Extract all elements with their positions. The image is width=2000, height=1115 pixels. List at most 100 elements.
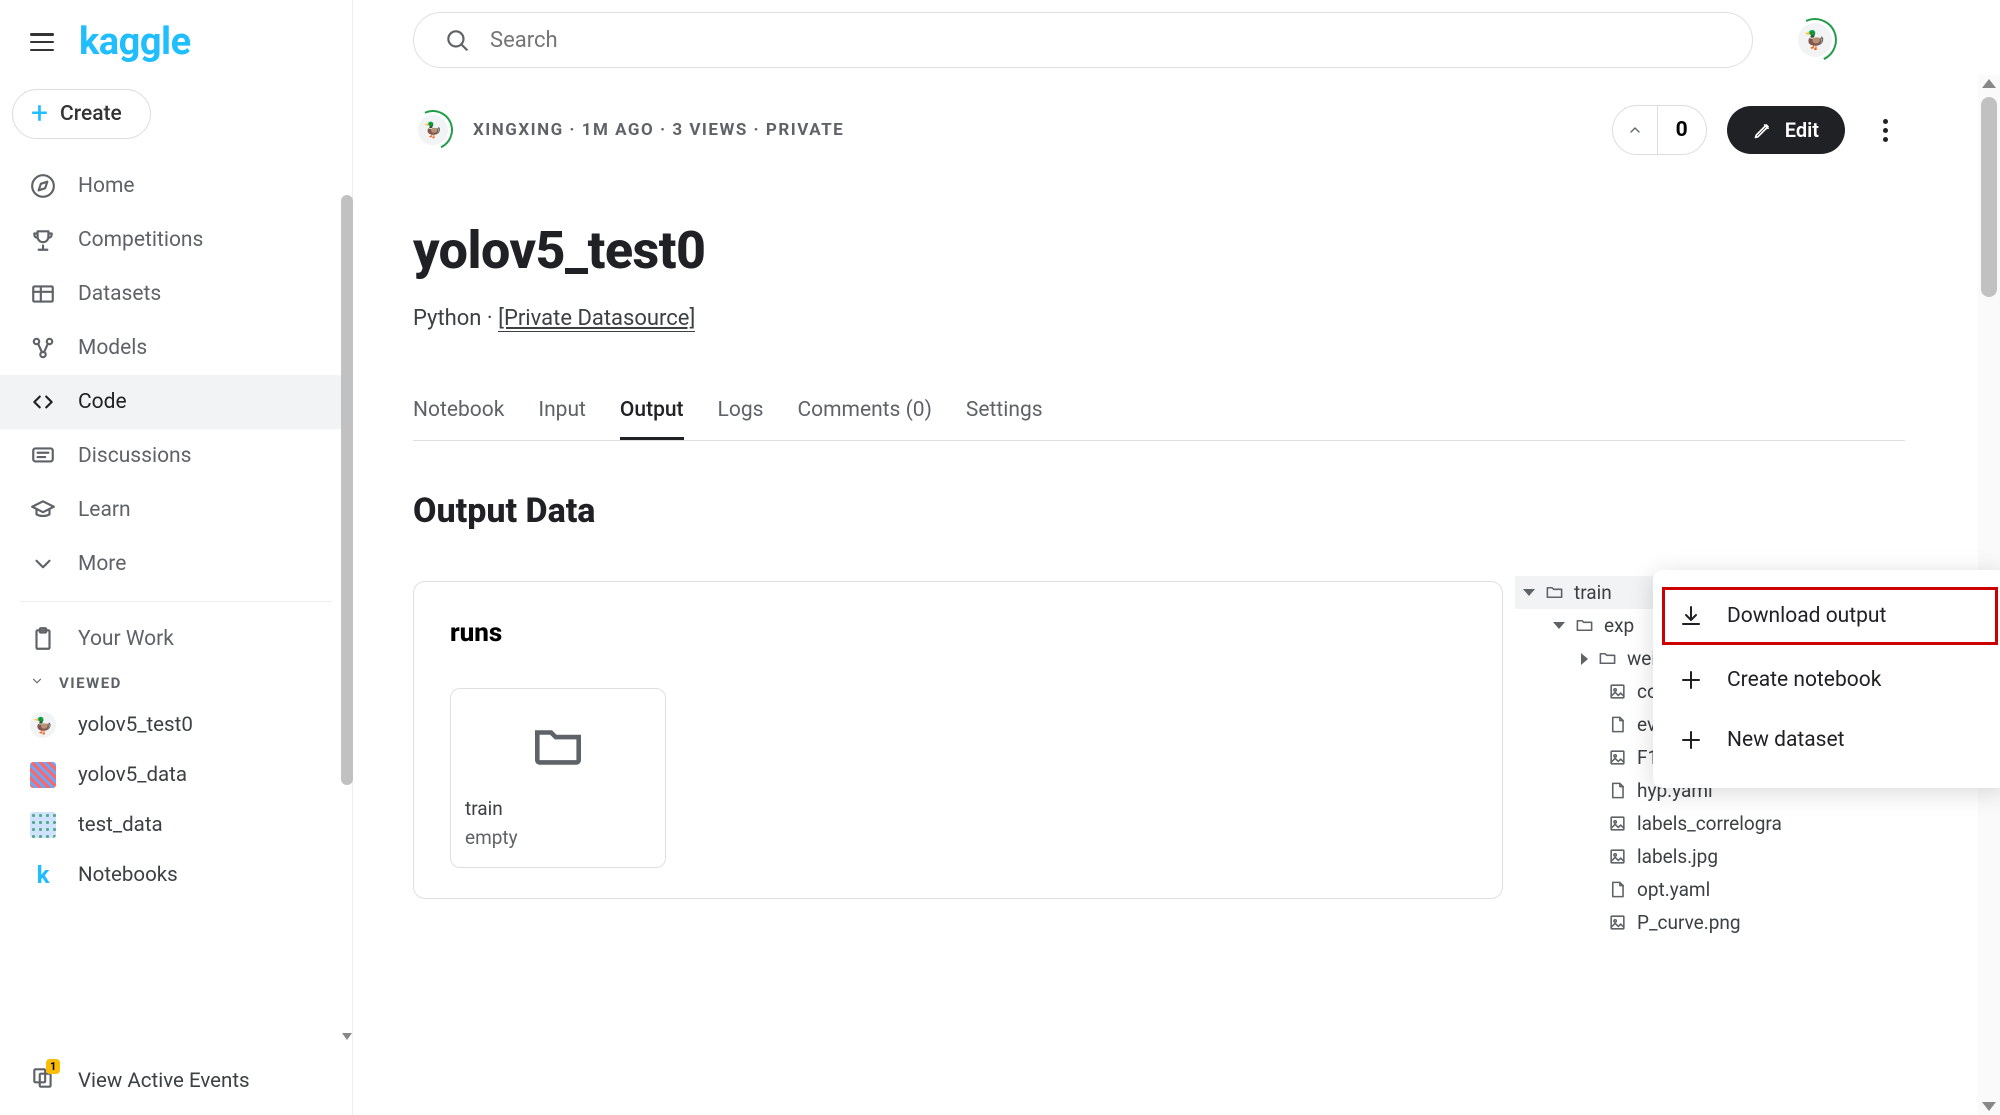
dataset-thumb-icon xyxy=(30,812,56,838)
nav-label: Learn xyxy=(78,498,131,522)
caret-down-icon xyxy=(1553,622,1565,629)
tree-label: exp xyxy=(1604,614,1634,637)
folder-icon xyxy=(1598,649,1617,668)
nav-label: Home xyxy=(78,174,135,198)
sidebar-item-models[interactable]: Models xyxy=(0,321,352,375)
search-input[interactable] xyxy=(490,28,1722,53)
scroll-thumb[interactable] xyxy=(1981,97,1997,297)
vote-count: 0 xyxy=(1658,118,1706,142)
folder-icon xyxy=(465,721,651,767)
new-dataset-item[interactable]: New dataset xyxy=(1653,710,2000,770)
tab-notebook[interactable]: Notebook xyxy=(413,383,504,440)
sidebar-item-discussions[interactable]: Discussions xyxy=(0,429,352,483)
folder-name: train xyxy=(465,797,651,820)
edit-label: Edit xyxy=(1785,118,1819,142)
caret-right-icon xyxy=(1581,653,1588,665)
language-label: Python xyxy=(413,306,481,331)
caret-up-icon xyxy=(1627,122,1643,138)
sidebar-item-your-work[interactable]: Your Work xyxy=(0,612,352,666)
chevron-down-icon xyxy=(30,551,56,577)
image-file-icon xyxy=(1608,814,1627,833)
user-avatar[interactable]: 🦆 xyxy=(1787,12,1843,68)
search-bar[interactable] xyxy=(413,12,1753,68)
viewed-label: test_data xyxy=(78,813,163,837)
viewed-label: Notebooks xyxy=(78,863,178,887)
author-name[interactable]: XINGXING xyxy=(473,120,564,140)
tree-row-file[interactable]: labels_correlogra xyxy=(1523,807,1873,840)
visibility: PRIVATE xyxy=(766,120,844,140)
tree-label: labels.jpg xyxy=(1637,845,1718,868)
popup-label: Download output xyxy=(1727,604,1886,628)
datasource-link[interactable]: [Private Datasource] xyxy=(498,306,695,332)
chat-icon xyxy=(30,443,56,469)
chevron-down-icon xyxy=(30,674,44,692)
nodes-icon xyxy=(30,335,56,361)
scroll-caret-up-icon xyxy=(1982,79,1996,88)
sidebar-item-code[interactable]: Code xyxy=(0,375,352,429)
folder-tile[interactable]: train empty xyxy=(450,688,666,868)
tab-settings[interactable]: Settings xyxy=(966,383,1043,440)
tab-output[interactable]: Output xyxy=(620,383,684,440)
tree-row-file[interactable]: P_curve.png xyxy=(1523,906,1873,939)
nav-label: Code xyxy=(78,390,127,414)
create-button[interactable]: + Create xyxy=(12,89,151,139)
plus-icon xyxy=(1679,668,1703,692)
sidebar-item-more[interactable]: More xyxy=(0,537,352,591)
view-active-events[interactable]: 1 View Active Events xyxy=(0,1047,352,1115)
viewed-item[interactable]: yolov5_data xyxy=(0,750,352,800)
notebook-meta: XINGXING · 1M AGO · 3 VIEWS · PRIVATE xyxy=(473,120,844,140)
caret-down-icon xyxy=(1523,589,1535,596)
avatar-image-icon: 🦆 xyxy=(418,115,448,145)
tab-input[interactable]: Input xyxy=(538,383,586,440)
graduation-icon xyxy=(30,497,56,523)
more-options-button[interactable] xyxy=(1865,110,1905,150)
notebook-avatar-icon: 🦆 xyxy=(30,712,56,738)
folder-meta: empty xyxy=(465,826,651,849)
author-avatar[interactable]: 🦆 xyxy=(407,104,458,155)
pencil-icon xyxy=(1753,120,1773,140)
viewed-item[interactable]: 🦆 yolov5_test0 xyxy=(0,700,352,750)
upvote-button[interactable] xyxy=(1613,106,1658,154)
image-file-icon xyxy=(1608,913,1627,932)
tab-comments[interactable]: Comments (0) xyxy=(797,383,931,440)
tree-label: train xyxy=(1574,581,1612,604)
create-label: Create xyxy=(60,102,122,126)
tree-label: P_curve.png xyxy=(1637,911,1741,934)
avatar-image-icon: 🦆 xyxy=(1798,23,1832,57)
kaggle-k-icon: k xyxy=(30,862,56,888)
hamburger-menu-icon[interactable] xyxy=(30,33,54,51)
viewed-item[interactable]: test_data xyxy=(0,800,352,850)
viewed-label: VIEWED xyxy=(59,674,122,692)
edit-button[interactable]: Edit xyxy=(1727,106,1845,154)
image-file-icon xyxy=(1608,748,1627,767)
sidebar-scrollbar[interactable] xyxy=(341,195,353,785)
sidebar-item-home[interactable]: Home xyxy=(0,159,352,213)
tree-label: opt.yaml xyxy=(1637,878,1710,901)
main-area: 🦆 🦆 XINGXING · 1M AGO · 3 VIEWS · PRIVAT… xyxy=(353,0,2000,1115)
kaggle-logo[interactable]: kaggle xyxy=(79,20,191,64)
download-icon xyxy=(1679,604,1703,628)
sidebar: kaggle + Create Home Competitions Datase… xyxy=(0,0,353,1115)
folder-icon xyxy=(1575,616,1594,635)
tree-row-file[interactable]: opt.yaml xyxy=(1523,873,1873,906)
card-title: runs xyxy=(450,618,1466,648)
viewed-item[interactable]: k Notebooks xyxy=(0,850,352,900)
create-notebook-item[interactable]: Create notebook xyxy=(1653,650,2000,710)
tab-logs[interactable]: Logs xyxy=(718,383,764,440)
nav-label: Your Work xyxy=(78,627,174,651)
table-icon xyxy=(30,281,56,307)
dataset-thumb-icon xyxy=(30,762,56,788)
vertical-dots-icon xyxy=(1883,119,1888,142)
time-ago: 1M AGO xyxy=(582,120,654,140)
scroll-caret-down-icon xyxy=(340,1029,354,1043)
tree-label: labels_correlogra xyxy=(1637,812,1782,835)
trophy-icon xyxy=(30,227,56,253)
sidebar-item-learn[interactable]: Learn xyxy=(0,483,352,537)
sidebar-item-competitions[interactable]: Competitions xyxy=(0,213,352,267)
tree-row-file[interactable]: labels.jpg xyxy=(1523,840,1873,873)
view-count: 3 VIEWS xyxy=(672,120,747,140)
sidebar-item-datasets[interactable]: Datasets xyxy=(0,267,352,321)
page-title: yolov5_test0 xyxy=(413,220,1905,281)
download-output-item[interactable]: Download output xyxy=(1659,584,2000,648)
viewed-header[interactable]: VIEWED xyxy=(0,666,352,700)
